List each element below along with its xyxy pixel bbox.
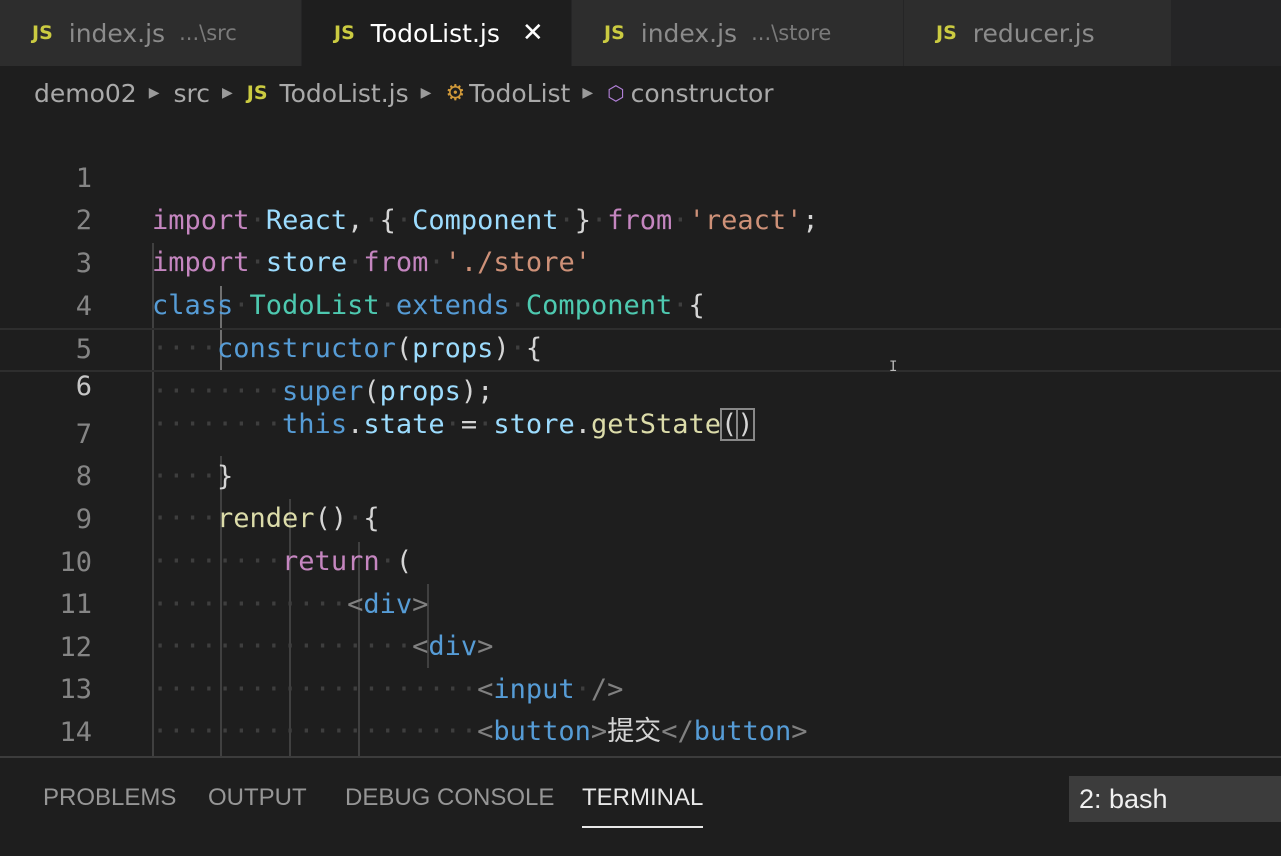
chevron-right-icon: ▶ [148,85,160,101]
tab-terminal[interactable]: TERMINAL [582,784,704,828]
code-editor[interactable]: 1 import·React,·{·Component·}·from·'reac… [0,116,1281,756]
chevron-right-icon: ▶ [582,85,594,101]
method-icon: ⬡ [607,81,625,105]
close-icon[interactable]: ✕ [522,18,544,48]
code-line[interactable]: 1 import·React,·{·Component·}·from·'reac… [0,116,1281,236]
tab-label: reducer.js [972,18,1095,48]
javascript-file-icon: JS [32,22,53,44]
javascript-file-icon: JS [334,22,355,44]
code-line[interactable]: 15 ················<ul> [0,713,1281,755]
breadcrumb-file[interactable]: TodoList.js [280,79,409,108]
terminal-selector[interactable]: 2: bash [1069,776,1281,822]
code-line[interactable]: 7 ····} [0,372,1281,492]
code-line[interactable]: 2 import·store·from·'./store' [0,158,1281,278]
code-line[interactable]: 10 ············<div> [0,500,1281,620]
breadcrumb-folder[interactable]: demo02 [34,79,137,108]
tab-reducer-js[interactable]: JS reducer.js [904,0,1172,66]
tab-index-js-src[interactable]: JS index.js ...\src [0,0,302,66]
tab-description: ...\store [751,21,832,45]
chevron-right-icon: ▶ [420,85,432,101]
breadcrumb: demo02 ▶ src ▶ JS TodoList.js ▶ ⚙ TodoLi… [0,66,1281,120]
vscode-window: JS index.js ...\src JS TodoList.js ✕ JS … [0,0,1281,856]
code-line[interactable]: 11 ················<div> [0,542,1281,662]
editor-tab-bar: JS index.js ...\src JS TodoList.js ✕ JS … [0,0,1281,66]
tab-problems[interactable]: PROBLEMS [43,784,176,812]
breadcrumb-method[interactable]: constructor [631,79,774,108]
code-line[interactable]: 14 ················</div> [0,670,1281,748]
tab-debug-console[interactable]: DEBUG CONSOLE [345,784,554,812]
javascript-file-icon: JS [936,22,957,44]
code-line[interactable]: 3 class·TodoList·extends·Component·{ [0,201,1281,321]
breadcrumb-class[interactable]: TodoList [469,79,570,108]
tab-label: index.js [68,18,166,48]
tab-description: ...\src [179,21,237,45]
chevron-right-icon: ▶ [222,85,233,101]
tab-label: index.js [640,18,738,48]
text-cursor-icon: I [889,359,898,375]
code-line[interactable]: 5 ········super(props); [0,287,1281,407]
code-line[interactable]: 8 ····render()·{ [0,414,1281,534]
code-line-current[interactable]: 6 ········this.state·=·store.getState() [0,328,1281,441]
code-line[interactable]: 4 ····constructor(props)·{ [0,244,1281,364]
tab-todolist-js[interactable]: JS TodoList.js ✕ [302,0,572,66]
javascript-file-icon: JS [604,22,625,44]
code-line[interactable]: 13 ····················<button>提交</butto… [0,627,1281,747]
tab-output[interactable]: OUTPUT [208,784,307,812]
tab-label: TodoList.js [370,18,500,48]
class-icon: ⚙ [445,80,466,106]
tab-index-js-store[interactable]: JS index.js ...\store [572,0,904,66]
breadcrumb-subfolder[interactable]: src [174,79,211,108]
bottom-panel: PROBLEMS OUTPUT DEBUG CONSOLE TERMINAL 2… [0,756,1281,856]
javascript-file-icon: JS [246,82,268,104]
code-line[interactable]: 12 ····················<input·/> [0,585,1281,705]
code-line[interactable]: 9 ········return·( [0,457,1281,577]
